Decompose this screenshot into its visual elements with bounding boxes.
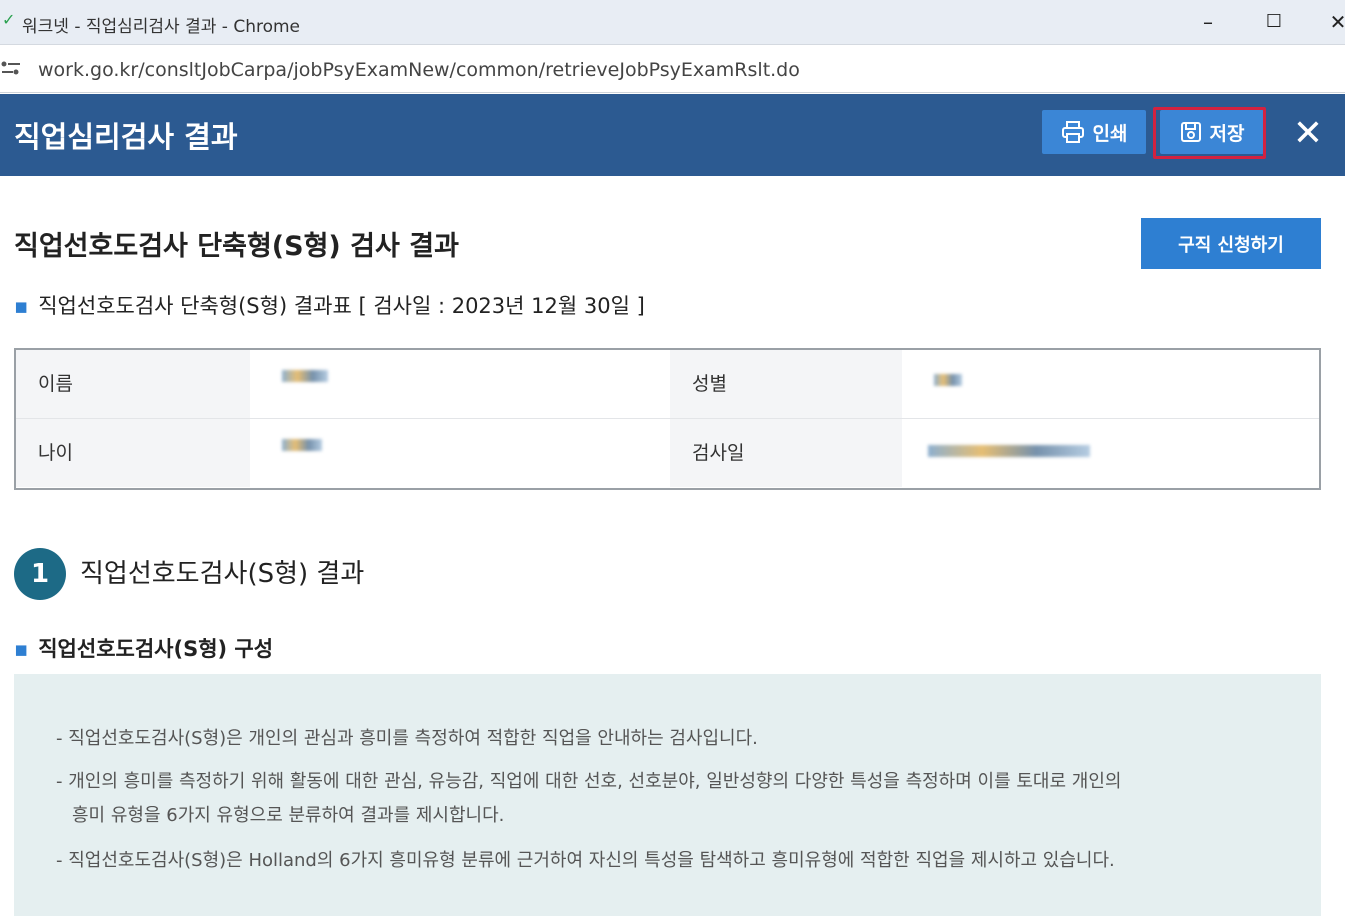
bullet-icon: ▪	[14, 294, 29, 318]
section-subtitle: ▪ 직업선호도검사(S형) 구성	[14, 633, 273, 663]
site-settings-icon[interactable]	[0, 59, 22, 82]
name-value	[250, 350, 670, 418]
apply-job-button[interactable]: 구직 신청하기	[1141, 218, 1321, 269]
description-line: 흥미 유형을 6가지 유형으로 분류하여 결과를 제시합니다.	[72, 805, 505, 826]
close-popup-button[interactable]: ✕	[1288, 110, 1328, 158]
redacted-name	[282, 370, 328, 382]
maximize-button[interactable]: ☐	[1254, 6, 1294, 38]
browser-titlebar: ✓ 워크넷 - 직업심리검사 결과 - Chrome – ☐ ✕	[0, 0, 1345, 45]
popup-header: 직업심리검사 결과 인쇄 저장	[0, 94, 1345, 176]
gender-label: 성별	[670, 350, 902, 418]
bullet-icon: ▪	[14, 637, 29, 661]
description-line: - 직업선호도검사(S형)은 개인의 관심과 흥미를 측정하여 적합한 직업을 …	[56, 728, 758, 749]
description-line: - 직업선호도검사(S형)은 Holland의 6가지 흥미유형 분류에 근거하…	[56, 850, 1115, 871]
gender-value	[902, 350, 1319, 418]
description-box: - 직업선호도검사(S형)은 개인의 관심과 흥미를 측정하여 적합한 직업을 …	[14, 674, 1321, 916]
print-button[interactable]: 인쇄	[1042, 110, 1146, 154]
name-label: 이름	[16, 350, 250, 418]
result-table-caption: ▪ 직업선호도검사 단축형(S형) 결과표 [ 검사일 : 2023년 12월 3…	[14, 290, 645, 320]
redacted-exam-date	[928, 445, 1090, 457]
print-label: 인쇄	[1092, 122, 1128, 145]
redacted-age	[282, 439, 322, 451]
section-number-badge: 1	[14, 548, 66, 600]
exam-date-value	[902, 419, 1319, 487]
info-table: 이름 성별 나이 검사일	[14, 348, 1321, 490]
page-title: 직업선호도검사 단축형(S형) 검사 결과	[14, 231, 459, 262]
section-title: 직업선호도검사(S형) 결과	[80, 559, 365, 589]
address-url[interactable]: work.go.kr/consltJobCarpa/jobPsyExamNew/…	[38, 59, 800, 81]
printer-icon	[1061, 121, 1084, 143]
close-window-button[interactable]: ✕	[1318, 6, 1345, 38]
address-bar[interactable]: work.go.kr/consltJobCarpa/jobPsyExamNew/…	[0, 45, 1345, 93]
popup-title: 직업심리검사 결과	[14, 120, 238, 154]
exam-date-label: 검사일	[670, 419, 902, 487]
redacted-gender	[934, 374, 962, 386]
save-button-highlight	[1153, 107, 1266, 159]
window-title: 워크넷 - 직업심리검사 결과 - Chrome	[22, 17, 301, 37]
age-value	[250, 419, 670, 487]
minimize-button[interactable]: –	[1188, 6, 1228, 38]
section-subtitle-text: 직업선호도검사(S형) 구성	[38, 637, 274, 661]
result-table-caption-text: 직업선호도검사 단축형(S형) 결과표 [ 검사일 : 2023년 12월 30…	[38, 294, 645, 318]
age-label: 나이	[16, 419, 250, 487]
description-line: - 개인의 흥미를 측정하기 위해 활동에 대한 관심, 유능감, 직업에 대한…	[56, 771, 1122, 792]
worknet-favicon-icon: ✓	[2, 10, 16, 29]
